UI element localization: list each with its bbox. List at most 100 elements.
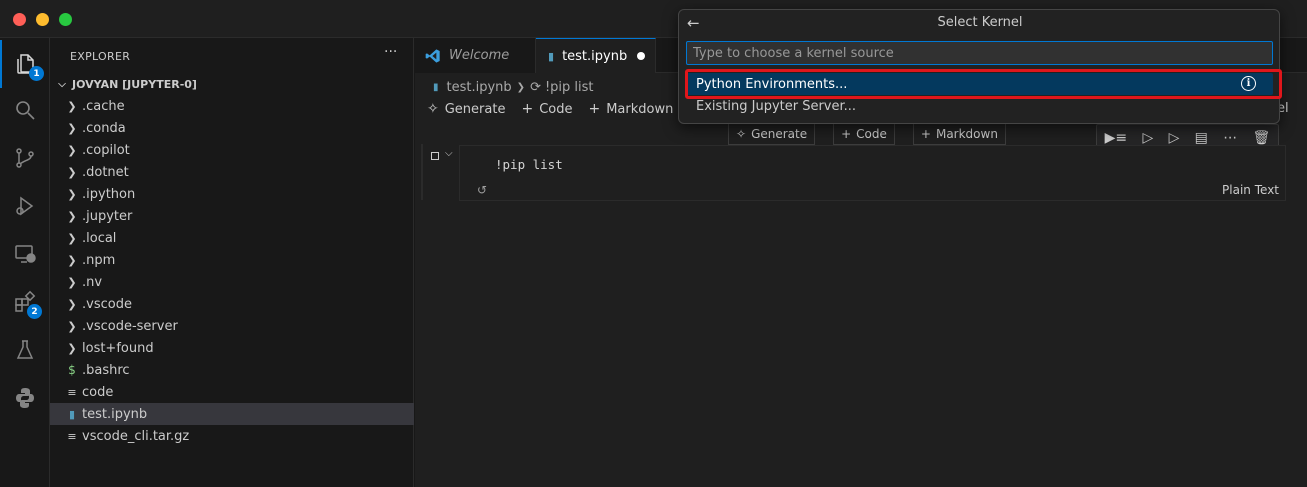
breadcrumb-cell[interactable]: !pip list (545, 80, 594, 95)
activity-testing[interactable] (0, 326, 50, 374)
tree-item[interactable]: ❯ .vscode-server (50, 315, 414, 337)
plus-icon: + (920, 127, 931, 141)
cell-language-indicator[interactable]: Plain Text (1222, 183, 1279, 197)
activity-source-control[interactable] (0, 134, 50, 182)
tree-item-selected[interactable]: ▮ test.ipynb (50, 403, 414, 425)
close-window-button[interactable] (13, 13, 26, 26)
execute-above-icon[interactable]: ▷ (1142, 130, 1153, 146)
tab-test-ipynb[interactable]: ▮ test.ipynb (536, 38, 656, 73)
extensions-badge: 2 (27, 304, 42, 319)
explorer-badge: 1 (29, 66, 44, 81)
code-cell[interactable]: !pip list ↺ Plain Text (459, 145, 1286, 201)
tree-item[interactable]: $ .bashrc (50, 359, 414, 381)
activity-remote-explorer[interactable] (0, 230, 50, 278)
execute-below-icon[interactable]: ▷ (1169, 130, 1180, 146)
tree-item[interactable]: ❯ .vscode (50, 293, 414, 315)
existing-jupyter-server-option[interactable]: Existing Jupyter Server... (686, 95, 1273, 117)
chevron-right-icon: ❯ (67, 297, 77, 311)
maximize-window-button[interactable] (59, 13, 72, 26)
add-markdown-cell-button[interactable]: + Markdown (588, 101, 673, 117)
testing-icon (16, 340, 34, 359)
file-lines-icon: ≡ (67, 385, 77, 399)
file-tree: ❯ .cache ❯ .conda ❯ .copilot ❯ .dotnet ❯ .ipy… (50, 95, 414, 447)
tree-item[interactable]: ❯ .ipython (50, 183, 414, 205)
delete-icon[interactable]: 🗑 (1253, 130, 1271, 146)
search-icon (16, 101, 35, 120)
execution-history-icon[interactable]: ↺ (477, 183, 487, 197)
tree-item[interactable]: ❯ .dotnet (50, 161, 414, 183)
explorer-sidebar: EXPLORER ··· ⌵ JOVYAN [JUPYTER-0] ❯ .cach… (50, 38, 414, 487)
notebook-file-icon: ▮ (548, 49, 555, 63)
tree-item[interactable]: ❯ .copilot (50, 139, 414, 161)
split-cell-icon[interactable]: ▤ (1195, 130, 1208, 146)
generate-button[interactable]: ✧ Generate (427, 101, 505, 117)
more-icon[interactable]: ⋯ (1223, 130, 1237, 146)
more-actions-button[interactable]: ··· (384, 44, 397, 60)
option-label: Existing Jupyter Server... (696, 98, 857, 114)
chevron-right-icon: ❯ (67, 341, 77, 355)
tab-label: test.ipynb (562, 48, 628, 64)
insert-code-button[interactable]: + Code (833, 123, 895, 145)
tree-item[interactable]: ❯ .jupyter (50, 205, 414, 227)
chevron-right-icon: ❯ (67, 121, 77, 135)
minimize-window-button[interactable] (36, 13, 49, 26)
tree-item[interactable]: ❯ lost+found (50, 337, 414, 359)
chevron-right-icon: ❯ (67, 253, 77, 267)
activity-extensions[interactable]: 2 (0, 278, 50, 326)
markdown-label: Markdown (935, 127, 998, 141)
explorer-header: EXPLORER (70, 50, 131, 63)
code-label: Code (856, 127, 887, 141)
chevron-right-icon: ❯ (67, 319, 77, 333)
insert-generate-button[interactable]: ✧ Generate (728, 123, 816, 145)
cell-focus-indicator (421, 144, 423, 200)
workspace-section[interactable]: ⌵ JOVYAN [JUPYTER-0] (50, 73, 414, 95)
notebook-file-icon: ▮ (68, 407, 76, 421)
run-debug-icon (16, 196, 34, 216)
tree-item[interactable]: ❯ .nv (50, 271, 414, 293)
chevron-right-icon: ❯ (67, 99, 77, 113)
chevron-right-icon: ❯ (516, 81, 526, 93)
chevron-right-icon: ❯ (67, 275, 77, 289)
cell-code-text[interactable]: !pip list (495, 157, 563, 172)
chevron-down-icon: ⌵ (58, 78, 66, 90)
cell-select-checkbox[interactable] (431, 152, 439, 160)
code-label: Code (539, 101, 573, 117)
quickpick-title: Select Kernel (937, 15, 1023, 30)
chevron-right-icon: ❯ (67, 231, 77, 245)
activity-explorer[interactable]: 1 (0, 40, 50, 88)
insert-markdown-button[interactable]: + Markdown (912, 123, 1006, 145)
plus-icon: + (841, 127, 852, 141)
breadcrumb-file[interactable]: test.ipynb (447, 80, 512, 95)
shell-file-icon: $ (68, 363, 76, 377)
chevron-down-icon[interactable]: ⌵ (445, 148, 453, 159)
file-lines-icon: ≡ (67, 429, 77, 443)
activity-run-debug[interactable] (0, 182, 50, 230)
tab-welcome[interactable]: Welcome (415, 38, 536, 73)
cell-insert-bar: ✧ Generate + Code + Markdown (728, 123, 1024, 145)
chevron-right-icon: ❯ (67, 187, 77, 201)
tree-item[interactable]: ❯ .cache (50, 95, 414, 117)
add-code-cell-button[interactable]: + Code (521, 101, 572, 117)
info-icon[interactable]: i (1241, 76, 1256, 91)
generate-label: Generate (444, 101, 506, 117)
remote-explorer-icon (15, 245, 36, 263)
tree-item[interactable]: ❯ .npm (50, 249, 414, 271)
chevron-right-icon: ❯ (67, 143, 77, 157)
python-icon (16, 388, 34, 408)
run-by-line-icon[interactable]: ▶≡ (1105, 130, 1128, 146)
tree-item[interactable]: ❯ .local (50, 227, 414, 249)
tree-item[interactable]: ≡ code (50, 381, 414, 403)
tree-item[interactable]: ≡ vscode_cli.tar.gz (50, 425, 414, 447)
breadcrumb: ▮ test.ipynb ❯ ⟳ !pip list (433, 77, 594, 97)
python-environments-option[interactable]: Python Environments... i (686, 73, 1273, 95)
tree-item[interactable]: ❯ .conda (50, 117, 414, 139)
sparkle-icon: ✧ (427, 101, 439, 117)
activity-search[interactable] (0, 86, 50, 134)
source-control-icon (16, 148, 34, 168)
unsaved-dot-icon[interactable] (637, 52, 646, 60)
activity-python[interactable] (0, 374, 50, 422)
notebook-toolbar: ✧ Generate + Code + Markdown (427, 98, 689, 120)
select-kernel-quickpick: ← Select Kernel Python Environments... i… (678, 9, 1280, 124)
workspace-title: JOVYAN [JUPYTER-0] (72, 77, 197, 91)
kernel-source-input[interactable] (686, 41, 1273, 65)
